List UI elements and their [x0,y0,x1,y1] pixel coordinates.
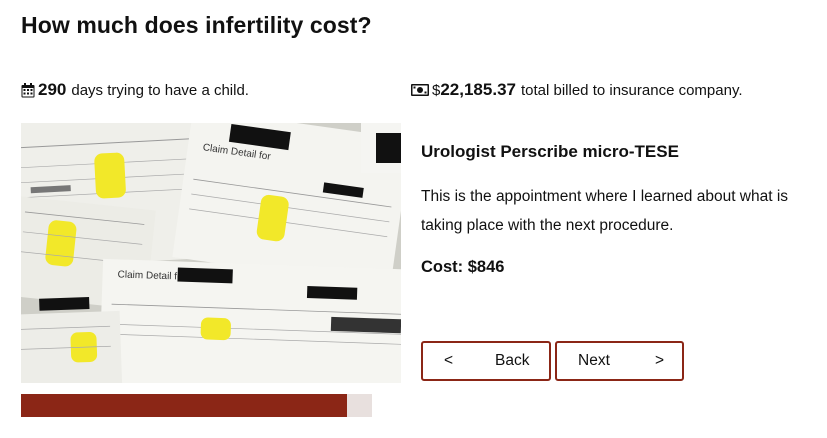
next-button-label: Next [578,352,610,369]
step-title: Urologist Perscribe micro-TESE [421,142,679,161]
progress-fill [21,394,348,417]
billed-stat: $ 22,185.37 total billed to insurance co… [411,80,743,100]
days-value: 290 [38,80,67,99]
days-stat: 290 days trying to have a child. [21,80,249,100]
days-label: days trying to have a child. [71,81,249,99]
step-description: This is the appointment where I learned … [421,188,789,234]
money-bill-icon [411,84,429,96]
step-cost: Cost: $846 [421,258,505,276]
calendar-icon [21,82,35,98]
page-title: How much does infertility cost? [21,12,372,38]
next-button[interactable]: Next > [555,341,684,381]
chevron-left-icon: < [444,352,454,369]
chevron-right-icon: > [655,352,665,369]
billed-value: 22,185.37 [440,80,516,99]
infertility-cost-page: How much does infertility cost? 290 days… [0,0,827,438]
billed-currency: $ [432,81,441,99]
back-button[interactable]: < Back [421,341,551,381]
billed-label: total billed to insurance company. [520,81,743,99]
progress-bar [21,394,372,417]
medical-bills-photo: Claim Detail for Claim Detail for [21,123,401,383]
back-button-label: Back [495,352,530,369]
